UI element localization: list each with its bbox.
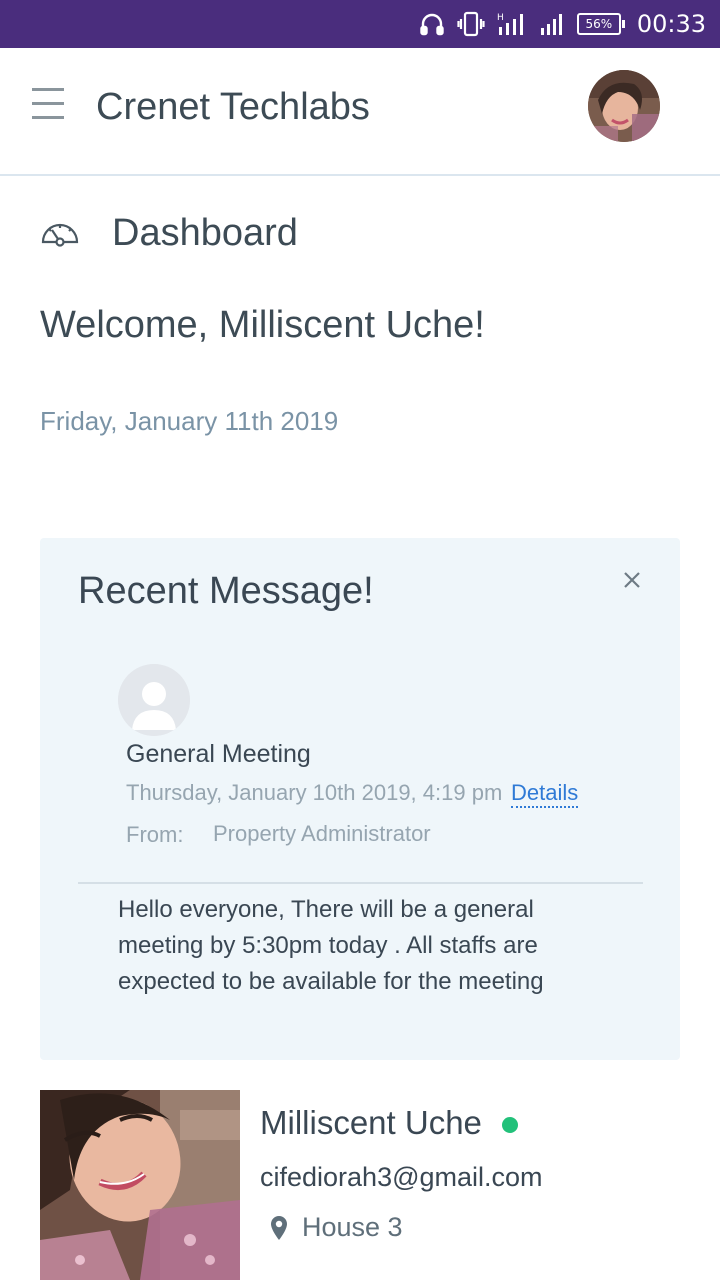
battery-percent: 56% — [576, 13, 621, 35]
profile-email: cifediorah3@gmail.com — [260, 1162, 543, 1192]
online-status-indicator — [501, 1117, 518, 1133]
status-icons: H 56% 00:33 — [419, 0, 706, 48]
vibrate-icon — [457, 11, 485, 37]
recent-message-card: Recent Message! General Meeting Thursday… — [40, 538, 680, 1060]
headset-icon — [420, 13, 444, 36]
from-label: From: — [126, 822, 184, 847]
details-link[interactable]: Details — [511, 780, 579, 808]
profile-location: House 3 — [270, 1212, 403, 1243]
profile-name: Milliscent Uche — [260, 1104, 518, 1142]
dashboard-gauge-icon — [41, 223, 79, 247]
message-subject: General Meeting — [126, 740, 311, 768]
profile-name-text: Milliscent Uche — [260, 1104, 482, 1141]
close-icon[interactable] — [620, 568, 644, 592]
sender-avatar — [118, 664, 190, 736]
from-value: Property Administrator — [213, 821, 431, 846]
current-date: Friday, January 11th 2019 — [40, 406, 339, 436]
message-timestamp: Thursday, January 10th 2019, 4:19 pm — [126, 780, 503, 805]
divider — [78, 882, 643, 884]
battery-icon: 56% — [576, 13, 625, 35]
profile-photo — [40, 1090, 240, 1280]
welcome-text: Welcome, Milliscent Uche! — [40, 304, 485, 346]
svg-text:H: H — [497, 13, 504, 23]
clock: 00:33 — [636, 10, 706, 38]
signal-icon: H — [497, 13, 523, 35]
dashboard-label: Dashboard — [112, 211, 298, 254]
location-text: House 3 — [302, 1212, 403, 1242]
status-bar: H 56% 00:33 — [0, 0, 720, 48]
avatar[interactable] — [588, 70, 660, 142]
location-pin-icon — [271, 1215, 287, 1240]
message-body: Hello everyone, There will be a general … — [118, 896, 544, 995]
card-title: Recent Message! — [78, 570, 374, 612]
hamburger-icon[interactable] — [32, 88, 64, 120]
app-bar: Crenet Techlabs — [0, 48, 720, 176]
dashboard-heading[interactable]: Dashboard — [40, 210, 298, 256]
signal-icon — [540, 14, 562, 35]
app-title: Crenet Techlabs — [96, 86, 370, 128]
